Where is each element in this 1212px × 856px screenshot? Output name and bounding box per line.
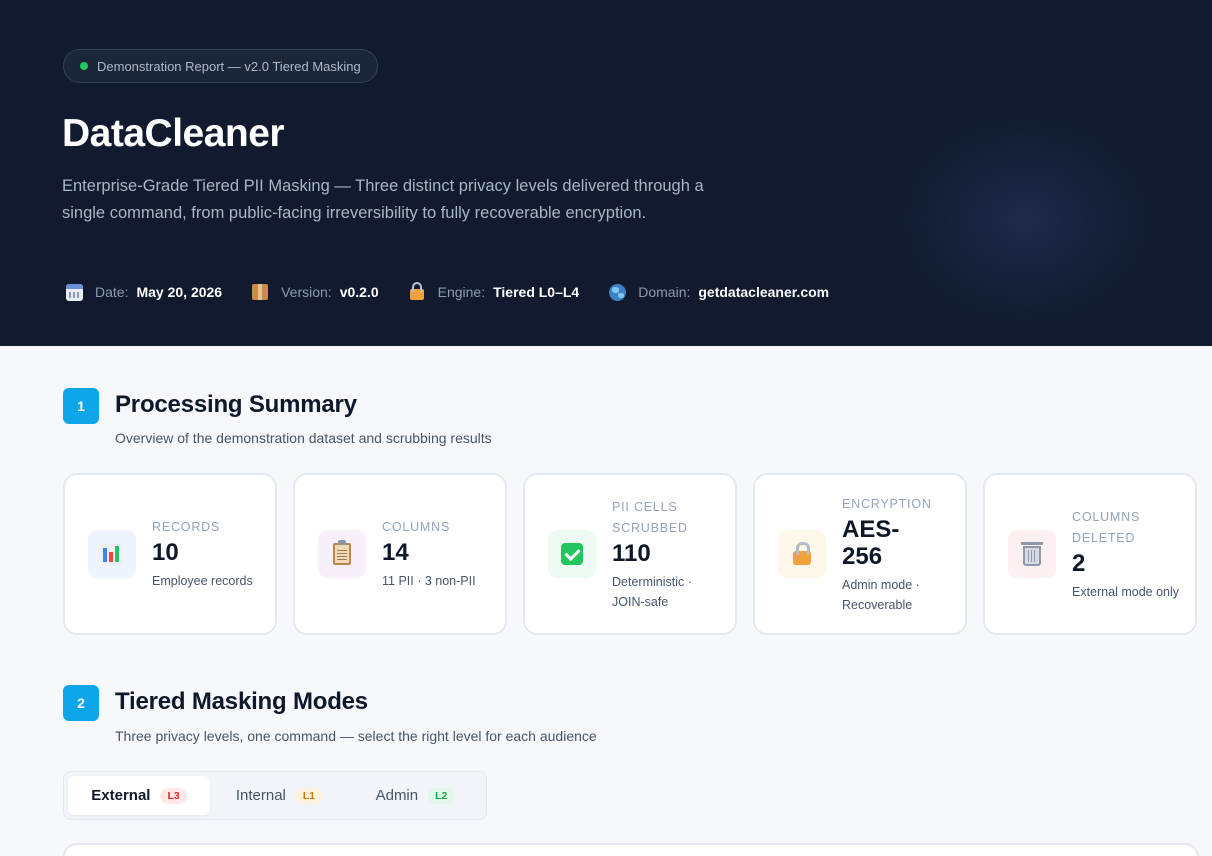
meta-label: Engine: [437,284,486,300]
stat-card-columns-deleted: Columns Deleted 2 External mode only [983,473,1197,635]
meta-value: v0.2.0 [339,284,379,300]
decorative-glow [890,110,1160,330]
meta-date: Date: May 20, 2026 [64,282,222,302]
card-icon-tile [778,530,826,578]
stat-note: Admin mode · Recoverable [842,577,920,612]
meta-label: Date: [95,284,129,300]
status-dot-icon [80,62,88,70]
section-description: Overview of the demonstration dataset an… [115,430,492,446]
mode-panel [63,843,1199,856]
meta-value: May 20, 2026 [136,284,223,300]
stat-card-records: Records 10 Employee records [63,473,277,635]
stat-value: AES-256 [842,515,900,570]
stat-card-columns: Columns 14 11 PII · 3 non-PII [293,473,507,635]
meta-label: Domain: [638,284,691,300]
lock-icon [793,542,811,565]
meta-value: Tiered L0–L4 [493,284,580,300]
stat-value: 14 [382,539,409,566]
meta-engine: Engine: Tiered L0–L4 [407,282,580,302]
summary-cards: Records 10 Employee records Columns 14 1… [63,473,1197,635]
stat-card-encryption: Encryption AES-256 Admin mode · Recovera… [753,473,967,635]
tab-admin[interactable]: Admin L2 [348,776,482,815]
section-title-modes: Tiered Masking Modes [115,688,368,715]
report-header: Demonstration Report — v2.0 Tiered Maski… [0,0,1212,346]
clipboard-icon [333,540,351,565]
meta-domain: Domain: getdatacleaner.com [607,282,829,302]
tab-label: External [91,787,151,804]
level-badge: L1 [295,787,323,804]
bar-chart-icon [101,544,123,564]
meta-label: Version: [281,284,332,300]
stat-value: 110 [612,539,651,567]
report-badge: Demonstration Report — v2.0 Tiered Maski… [63,49,378,83]
stat-note: Employee records [152,574,253,588]
stat-label: PII Cells Scrubbed [612,499,688,535]
stat-note: 11 PII · 3 non-PII [382,574,476,588]
stat-card-pii-scrubbed: PII Cells Scrubbed 110 Deterministic · J… [523,473,737,635]
section-number: 2 [63,685,99,721]
card-icon-tile [318,530,366,578]
stat-label: Columns Deleted [1072,509,1141,545]
stat-value: 10 [152,539,179,566]
globe-icon [607,282,627,302]
card-icon-tile [88,530,136,578]
page-title: DataCleaner [62,112,285,155]
check-box-icon [561,543,583,565]
package-icon [250,282,270,302]
tab-external[interactable]: External L3 [68,776,210,815]
stat-note: External mode only [1072,584,1180,599]
page-subtitle: Enterprise-Grade Tiered PII Masking — Th… [62,177,704,222]
stat-label: Encryption [842,496,932,511]
tab-label: Internal [235,787,286,804]
badge-text: Demonstration Report — v2.0 Tiered Maski… [97,58,361,74]
stat-label: Columns [382,520,451,534]
level-badge: L3 [160,787,187,804]
mode-tabs: External L3 Internal L1 Admin L2 [63,771,487,820]
card-icon-tile [548,530,596,578]
lock-key-icon [407,282,427,302]
section-description: Three privacy levels, one command — sele… [115,728,597,744]
level-badge: L2 [428,787,455,804]
tab-label: Admin [375,787,419,804]
stat-label: Records [152,520,221,534]
section-number: 1 [63,388,99,424]
calendar-icon [64,282,84,302]
stat-value: 2 [1072,549,1086,577]
tab-internal[interactable]: Internal L1 [210,776,348,815]
card-icon-tile [1008,530,1056,578]
report-meta: Date: May 20, 2026 Version: v0.2.0 Engin… [64,280,857,304]
meta-version: Version: v0.2.0 [250,282,379,302]
meta-value: getdatacleaner.com [698,284,830,300]
trash-icon [1021,542,1043,566]
stat-note: Deterministic · JOIN-safe [612,574,692,609]
section-title-summary: Processing Summary [115,391,357,418]
